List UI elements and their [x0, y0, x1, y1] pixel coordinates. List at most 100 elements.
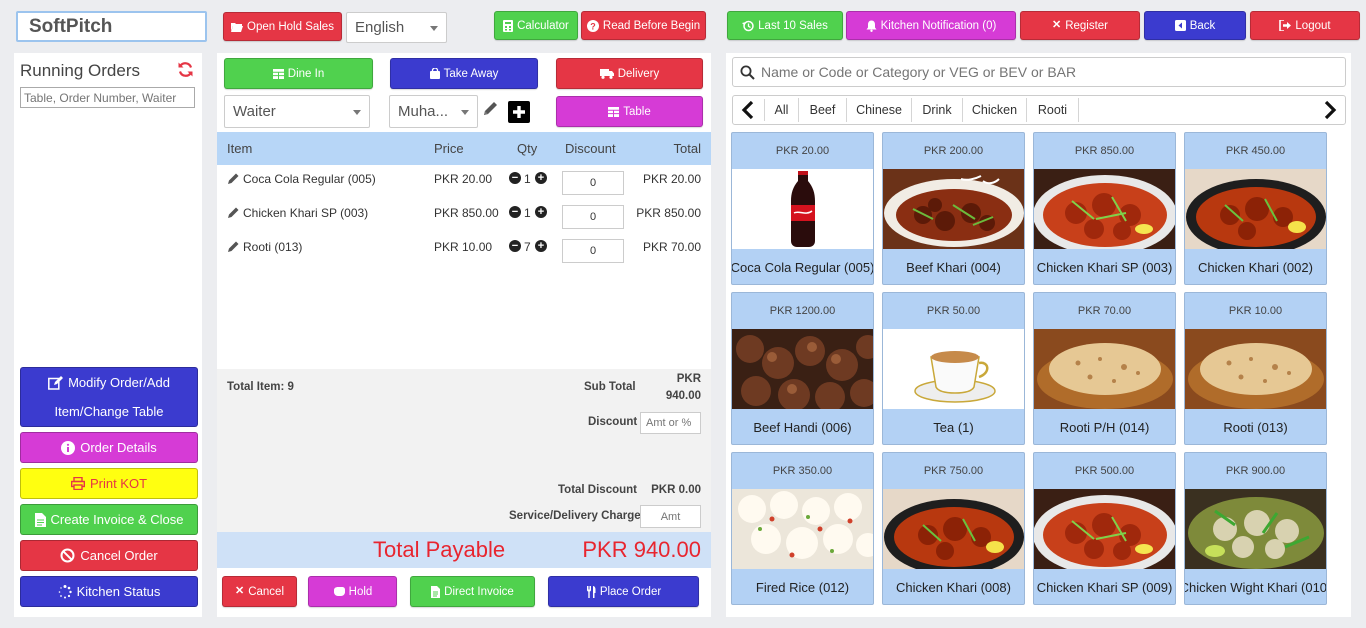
brand-box: SoftPitch: [16, 11, 207, 42]
table-button[interactable]: Table: [556, 96, 703, 127]
cart-item-discount[interactable]: 0: [562, 171, 624, 195]
edit-item-icon[interactable]: [227, 172, 240, 188]
chevron-down-icon: [353, 109, 361, 115]
qty-minus-icon[interactable]: −: [509, 240, 521, 252]
total-item: Total Item: 9: [227, 381, 294, 393]
cancel-order-button[interactable]: Cancel Order: [20, 540, 198, 571]
category-tab[interactable]: Drink: [912, 98, 963, 122]
discount-label: Discount: [588, 416, 638, 428]
service-charge-input[interactable]: [640, 505, 701, 528]
cart-item-qty: 7: [524, 240, 531, 254]
menu-item-price: PKR 850.00: [1074, 145, 1135, 157]
menu-item-price: PKR 50.00: [926, 305, 981, 317]
caret-square-left-icon: [1174, 20, 1186, 31]
edit-customer-icon[interactable]: [482, 101, 498, 117]
open-hold-sales-button[interactable]: Open Hold Sales: [223, 12, 342, 41]
menu-item-card[interactable]: PKR 900.00 Chicken Wight Khari (010): [1184, 452, 1327, 605]
menu-item-image: [732, 489, 873, 569]
total-discount-label: Total Discount: [558, 484, 638, 496]
register-button[interactable]: ✕ Register: [1020, 11, 1140, 40]
qty-plus-icon[interactable]: +: [535, 206, 547, 218]
menu-item-image: [883, 329, 1024, 409]
delivery-button[interactable]: Delivery: [556, 58, 703, 89]
menu-item-image: [1034, 169, 1175, 249]
menu-item-image: [883, 489, 1024, 569]
qty-minus-icon[interactable]: −: [509, 206, 521, 218]
category-prev-icon[interactable]: [740, 100, 756, 120]
cart-item-price: PKR 850.00: [434, 206, 499, 220]
category-tab[interactable]: Chicken: [963, 98, 1027, 122]
calculator-button[interactable]: Calculator: [494, 11, 578, 40]
qty-minus-icon[interactable]: −: [509, 172, 521, 184]
menu-item-image: [1185, 169, 1326, 249]
cart-item-qty: 1: [524, 206, 531, 220]
header-qty: Qty: [517, 141, 538, 156]
menu-item-card[interactable]: PKR 50.00 Tea (1): [882, 292, 1025, 445]
table-icon: [272, 68, 284, 79]
menu-item-image: [1034, 489, 1175, 569]
menu-item-card[interactable]: PKR 200.00 Beef Khari (004): [882, 132, 1025, 285]
header-price: Price: [434, 141, 464, 156]
menu-item-card[interactable]: PKR 850.00 Chicken Khari SP (003): [1033, 132, 1176, 285]
running-orders-title: Running Orders: [20, 61, 141, 80]
category-next-icon[interactable]: [1322, 100, 1338, 120]
qty-plus-icon[interactable]: +: [535, 240, 547, 252]
category-tab[interactable]: Beef: [799, 98, 847, 122]
running-orders-search-input[interactable]: [20, 87, 195, 108]
back-button[interactable]: Back: [1144, 11, 1246, 40]
file-icon: [431, 585, 441, 598]
take-away-button[interactable]: Take Away: [390, 58, 538, 89]
modify-order-button[interactable]: Modify Order/Add Item/Change Table: [20, 367, 198, 427]
cart-item-total: PKR 70.00: [642, 240, 701, 254]
refresh-icon[interactable]: [177, 61, 194, 78]
menu-item-card[interactable]: PKR 450.00 Chicken Khari (002): [1184, 132, 1327, 285]
edit-icon: [48, 375, 64, 390]
cart-item-discount[interactable]: 0: [562, 205, 624, 229]
menu-item-price: PKR 70.00: [1077, 305, 1132, 317]
waiter-select[interactable]: Waiter: [224, 95, 370, 128]
header-total: Total: [673, 141, 701, 156]
place-order-button[interactable]: Place Order: [548, 576, 699, 607]
menu-item-name: Chicken Khari SP (003): [1036, 260, 1173, 275]
bell-icon: [866, 20, 877, 32]
menu-search[interactable]: [732, 57, 1346, 87]
menu-search-input[interactable]: [761, 61, 1331, 83]
menu-item-price: PKR 20.00: [775, 145, 830, 157]
total-discount-value: PKR 0.00: [651, 484, 701, 496]
cart-item-name: Rooti (013): [243, 240, 303, 254]
menu-item-card[interactable]: PKR 500.00 Chicken Khari SP (009): [1033, 452, 1176, 605]
category-tab[interactable]: Rooti: [1027, 98, 1079, 122]
kitchen-notification-button[interactable]: Kitchen Notification (0): [846, 11, 1016, 40]
menu-item-name: Beef Handi (006): [753, 420, 852, 435]
order-details-button[interactable]: Order Details: [20, 432, 198, 463]
menu-item-card[interactable]: PKR 750.00 Chicken Khari (008): [882, 452, 1025, 605]
cancel-button[interactable]: ✕ Cancel: [222, 576, 297, 607]
menu-item-card[interactable]: PKR 1200.00 Beef Handi (006): [731, 292, 874, 445]
cart-item-discount[interactable]: 0: [562, 239, 624, 263]
qty-plus-icon[interactable]: +: [535, 172, 547, 184]
question-circle-icon: ?: [586, 19, 599, 32]
menu-item-card[interactable]: PKR 10.00 Rooti (013): [1184, 292, 1327, 445]
hand-icon: [333, 586, 345, 597]
category-tab[interactable]: Chinese: [847, 98, 912, 122]
kitchen-status-button[interactable]: Kitchen Status: [20, 576, 198, 607]
menu-item-card[interactable]: PKR 20.00 Coca Cola Regular (005): [731, 132, 874, 285]
create-invoice-close-button[interactable]: Create Invoice & Close: [20, 504, 198, 535]
discount-input[interactable]: [640, 412, 701, 434]
print-kot-button[interactable]: Print KOT: [20, 468, 198, 499]
customer-select[interactable]: Muha...: [389, 95, 478, 128]
language-select[interactable]: English: [346, 12, 447, 43]
direct-invoice-button[interactable]: Direct Invoice: [410, 576, 535, 607]
menu-item-card[interactable]: PKR 70.00 Rooti P/H (014): [1033, 292, 1176, 445]
last-10-sales-button[interactable]: Last 10 Sales: [727, 11, 843, 40]
hold-button[interactable]: Hold: [308, 576, 397, 607]
menu-item-card[interactable]: PKR 350.00 Fired Rice (012): [731, 452, 874, 605]
read-before-begin-button[interactable]: ? Read Before Begin: [581, 11, 706, 40]
edit-item-icon[interactable]: [227, 240, 240, 256]
edit-item-icon[interactable]: [227, 206, 240, 222]
add-customer-icon[interactable]: [508, 101, 530, 123]
dine-in-button[interactable]: Dine In: [224, 58, 373, 89]
category-tab[interactable]: All: [765, 98, 799, 122]
logout-button[interactable]: Logout: [1250, 11, 1360, 40]
info-circle-icon: [61, 440, 76, 455]
